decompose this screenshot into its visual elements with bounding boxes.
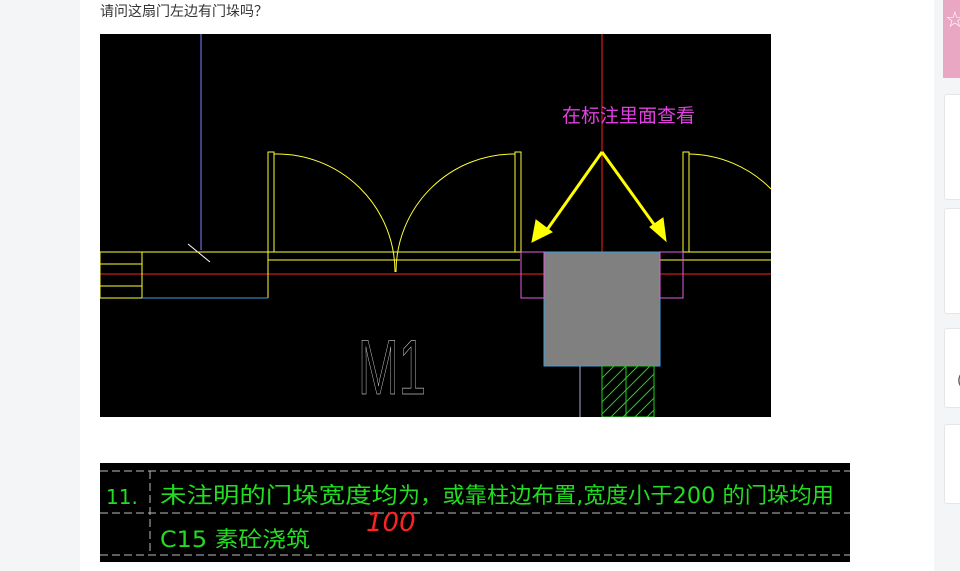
note-line1-rest: ，或靠柱边布置,宽度小于200 的门垛均用 — [420, 484, 834, 509]
post-content: 请问这扇门左边有门垛吗？ M1 在标注里面查看 11. 未注明的门垛宽度均 为 … — [80, 0, 934, 571]
note-line2: C15 素砼浇筑 — [160, 528, 310, 553]
sidebar-thumbnail[interactable]: ☆ — [943, 0, 960, 78]
sidebar-card-2[interactable] — [944, 208, 960, 314]
column — [543, 251, 661, 367]
cad-note-image[interactable]: 11. 未注明的门垛宽度均 为 ，或靠柱边布置,宽度小于200 的门垛均用 C1… — [100, 463, 850, 562]
cad-drawing-image[interactable]: M1 在标注里面查看 — [100, 34, 771, 417]
post-question-text: 请问这扇门左边有门垛吗？ — [100, 4, 268, 20]
sidebar-card-4[interactable] — [944, 424, 960, 504]
sidebar-card-1[interactable] — [944, 94, 960, 200]
note-row-number: 11. — [106, 485, 138, 509]
star-icon: ☆ — [945, 8, 960, 33]
note-line1: 未注明的门垛宽度均 — [160, 484, 398, 509]
door-label-m1: M1 — [358, 323, 426, 411]
handwritten-correction: 100 — [366, 508, 416, 538]
annotation-text: 在标注里面查看 — [562, 105, 695, 127]
note-line1-overwritten: 为 — [398, 484, 420, 509]
sidebar-card-3[interactable]: ( — [944, 328, 960, 408]
